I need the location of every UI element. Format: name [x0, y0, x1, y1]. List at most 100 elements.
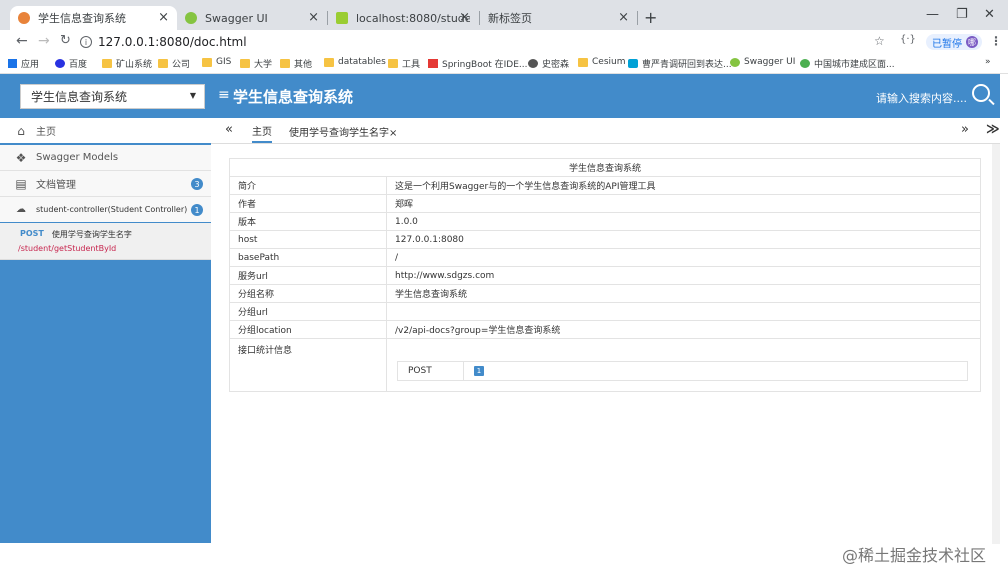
browser-tab[interactable]: Swagger UI × — [177, 6, 327, 30]
menu-toggle-icon[interactable]: ≡ — [218, 87, 230, 103]
close-tab-icon[interactable]: × — [618, 10, 629, 25]
tab-api[interactable]: 使用学号查询学生名字× — [289, 124, 397, 139]
sidebar-item-label: 主页 — [36, 127, 56, 138]
bookmark-apps[interactable]: 应用 — [8, 57, 39, 70]
bookmark-label: SpringBoot 在IDE... — [442, 60, 528, 70]
info-value: 127.0.0.1:8080 — [386, 230, 981, 249]
bookmark-item[interactable]: Cesium — [578, 57, 625, 67]
tabs-left-arrow[interactable]: « — [225, 122, 233, 137]
info-key: 分组location — [229, 320, 387, 339]
chrome-like-icon — [800, 59, 810, 68]
info-key: basePath — [229, 248, 387, 267]
swagger-icon — [730, 57, 740, 67]
folder-icon — [102, 59, 112, 68]
sidebar-item-controller[interactable]: ☁ student-controller(Student Controller)… — [0, 197, 211, 223]
tabs-right-arrow[interactable]: » — [961, 122, 969, 137]
more-icon[interactable]: ⋮ — [990, 34, 1002, 48]
home-icon: ⌂ — [17, 123, 25, 138]
info-key: 分组名称 — [229, 284, 387, 303]
close-tab-icon[interactable]: × — [158, 10, 169, 25]
bookmark-item[interactable]: datatables — [324, 57, 386, 67]
search-icon[interactable] — [972, 84, 990, 102]
sidebar-item-docs[interactable]: ▤ 文档管理 3 — [0, 171, 211, 197]
info-value: 这是一个利用Swagger与的一个学生信息查询系统的API管理工具 — [386, 176, 981, 195]
sync-paused-badge[interactable]: 已暂停 哪 — [926, 34, 982, 50]
sidebar-item-home[interactable]: ⌂ 主页 — [0, 118, 211, 145]
star-icon[interactable]: ☆ — [874, 34, 885, 48]
bookmark-label: 史密森 — [542, 60, 570, 70]
endpoint-name: 使用学号查询学生名字 — [51, 230, 132, 239]
bookmark-label: 百度 — [69, 60, 88, 70]
swagger-icon — [185, 12, 197, 24]
tab-home[interactable]: 主页 — [252, 123, 272, 143]
sidebar-endpoint[interactable]: POST 使用学号查询学生名字 /student/getStudentById — [0, 223, 211, 260]
tab-title: 新标签页 — [488, 12, 532, 25]
info-key: host — [229, 230, 387, 249]
bookmark-label: 大学 — [254, 60, 273, 70]
forward-icon[interactable]: → — [38, 33, 50, 49]
folder-icon — [324, 57, 334, 67]
more-bookmarks-icon[interactable]: » — [985, 57, 991, 67]
table-row: 学生信息查询系统 — [229, 158, 981, 177]
bookmark-label: datatables — [338, 57, 386, 67]
browser-tab[interactable]: 新标签页 × — [480, 6, 637, 30]
endpoint-path: /student/getStudentById — [18, 244, 117, 253]
minimize-button[interactable]: — — [926, 7, 939, 22]
info-table: 学生信息查询系统 简介 这是一个利用Swagger与的一个学生信息查询系统的API… — [229, 158, 981, 392]
bookmark-item[interactable]: 矿山系统 — [102, 57, 152, 70]
group-select-value: 学生信息查询系统 — [31, 90, 128, 104]
tab-title: 学生信息查询系统 — [38, 12, 126, 25]
folder-icon — [578, 57, 588, 67]
bookmark-label: Swagger UI — [744, 57, 796, 67]
table-row: 服务url http://www.sdgzs.com — [229, 266, 981, 285]
browser-tab[interactable]: localhost:8080/student/getSt × — [328, 6, 478, 30]
scrollbar[interactable] — [992, 144, 1000, 544]
group-select[interactable]: 学生信息查询系统 ▼ — [20, 84, 205, 109]
bookmark-item[interactable]: SpringBoot 在IDE... — [428, 57, 527, 70]
bookmark-label: 应用 — [21, 60, 40, 70]
http-method: POST — [20, 229, 44, 238]
info-icon[interactable]: i — [80, 36, 92, 48]
tabs-dropdown-icon[interactable]: ≫ — [986, 122, 1000, 137]
sidebar-item-label: 文档管理 — [36, 180, 76, 191]
bookmark-item[interactable]: 百度 — [55, 57, 87, 70]
bookmark-item[interactable]: 其他 — [280, 57, 312, 70]
bookmark-label: 公司 — [172, 60, 191, 70]
back-icon[interactable]: ← — [16, 33, 28, 49]
bookmark-item[interactable]: 公司 — [158, 57, 190, 70]
info-value — [386, 302, 981, 321]
main-content: 学生信息查询系统 简介 这是一个利用Swagger与的一个学生信息查询系统的API… — [229, 158, 981, 392]
bookmark-item[interactable]: 大学 — [240, 57, 272, 70]
maximize-button[interactable]: ❐ — [956, 7, 968, 22]
file-icon: ▤ — [15, 176, 27, 191]
address-input[interactable]: i 127.0.0.1:8080/doc.html — [80, 32, 860, 52]
close-tab-icon[interactable]: × — [459, 10, 470, 25]
bookmark-item[interactable]: GIS — [202, 57, 231, 67]
search-input[interactable]: 请输入搜索内容.... — [876, 90, 967, 106]
close-tab-icon[interactable]: × — [308, 10, 319, 25]
bookmark-item[interactable]: 曹严青调研回到表达... — [628, 57, 732, 70]
sidebar-item-label: Swagger Models — [36, 152, 119, 163]
paused-label: 已暂停 — [932, 38, 962, 50]
extension-icon[interactable]: {·} — [900, 34, 916, 45]
browser-tab-active[interactable]: 学生信息查询系统 × — [10, 6, 177, 30]
baidu-paw-icon — [55, 59, 65, 68]
new-tab-button[interactable]: + — [644, 8, 657, 27]
bookmark-item[interactable]: 中国城市建成区面... — [800, 57, 895, 70]
info-key: 服务url — [229, 266, 387, 285]
close-window-button[interactable]: ✕ — [984, 7, 995, 22]
bookmark-item[interactable]: 史密森 — [528, 57, 569, 70]
bookmark-label: 中国城市建成区面... — [814, 60, 895, 70]
sidebar-item-models[interactable]: ❖ Swagger Models — [0, 145, 211, 171]
info-value: 学生信息查询系统 — [386, 284, 981, 303]
spring-leaf-icon — [336, 12, 348, 24]
info-key: 作者 — [229, 194, 387, 213]
reload-icon[interactable]: ↻ — [60, 33, 71, 48]
stats-count: 1 — [474, 366, 484, 376]
count-badge: 3 — [191, 178, 203, 190]
info-value: /v2/api-docs?group=学生信息查询系统 — [386, 320, 981, 339]
bookmark-item[interactable]: 工具 — [388, 57, 420, 70]
stats-cell: POST 1 — [386, 338, 981, 392]
bookmark-label: GIS — [216, 57, 232, 67]
bookmark-item[interactable]: Swagger UI — [730, 57, 795, 67]
